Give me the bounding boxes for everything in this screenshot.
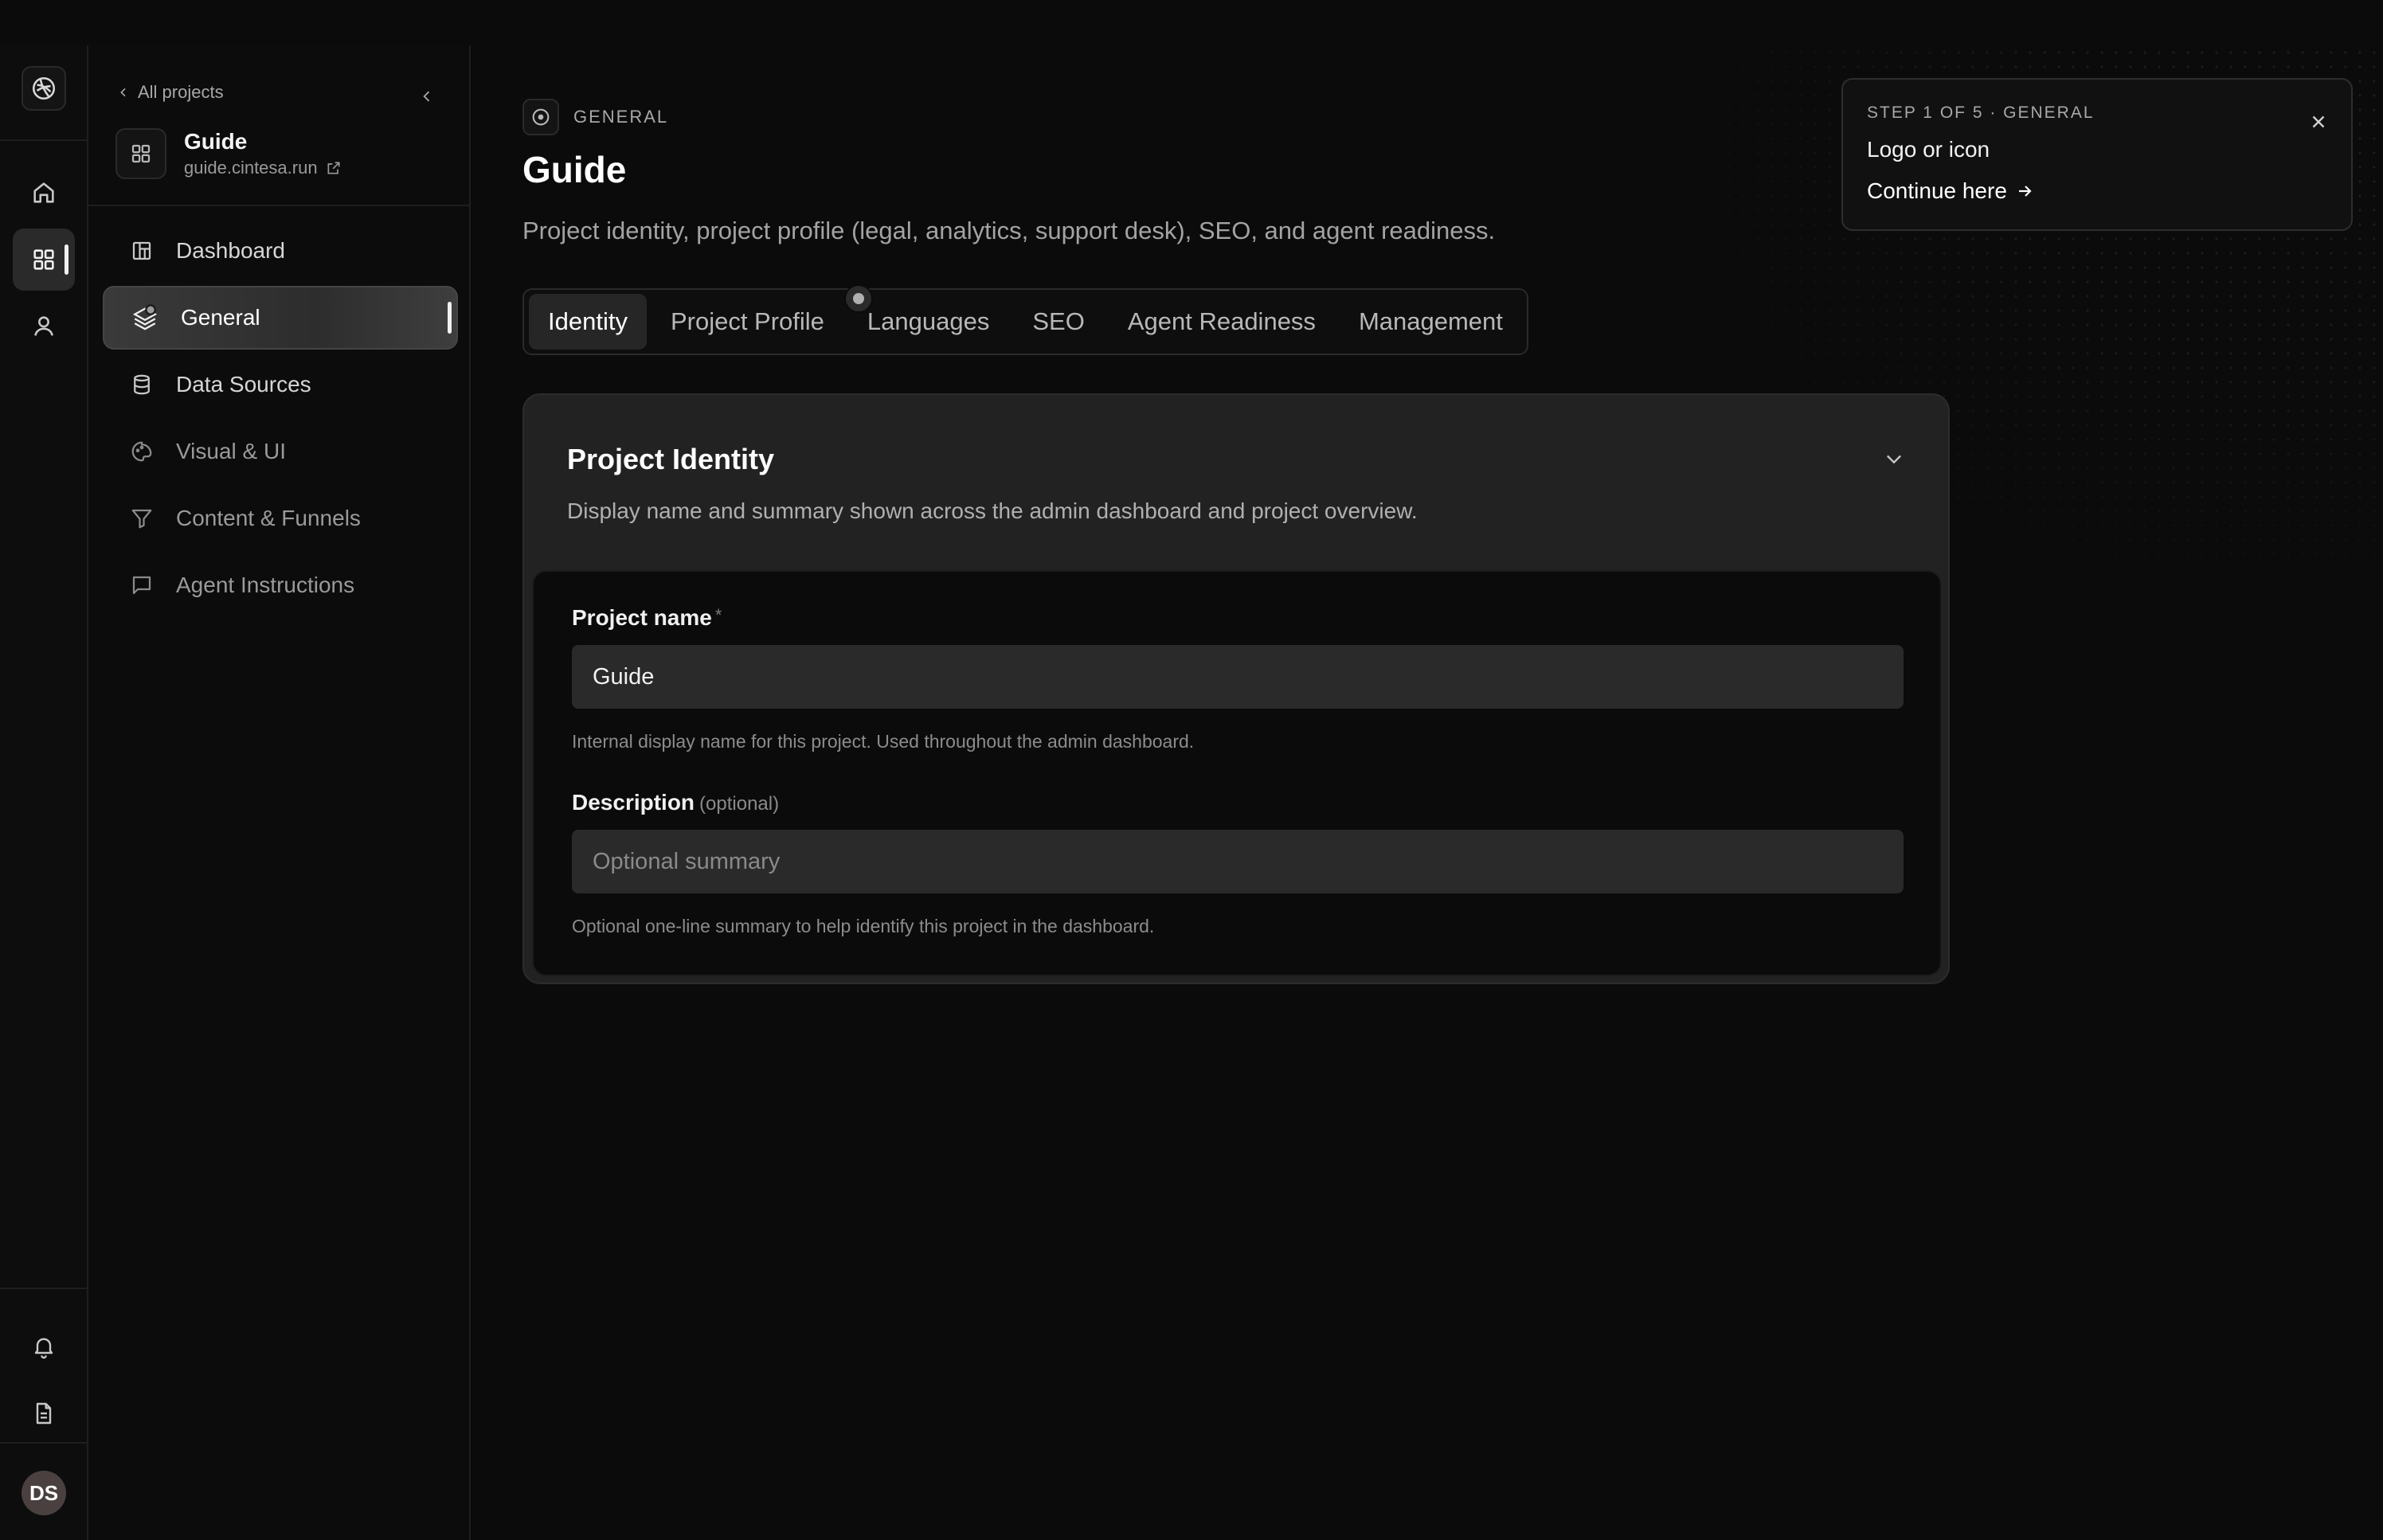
bell-icon	[34, 1338, 53, 1359]
tab-project-profile[interactable]: Project Profile	[652, 294, 843, 350]
project-name-help: Internal display name for this project. …	[572, 731, 1195, 752]
rail-divider	[0, 1442, 87, 1444]
description-label: Description (optional)	[572, 790, 779, 815]
tour-hotspot[interactable]	[844, 284, 873, 313]
page-subtitle: Project identity, project profile (legal…	[522, 217, 1496, 244]
user-avatar[interactable]: DS	[22, 1471, 66, 1515]
tour-step-label: STEP 1 OF 5 · GENERAL	[1867, 104, 2095, 122]
sidebar-item-data-sources[interactable]: Data Sources	[103, 353, 458, 416]
project-nav: Dashboard General Data Sources Visual & …	[103, 219, 458, 620]
close-icon	[2312, 115, 2325, 128]
project-name-label: Project name *	[572, 605, 722, 631]
rail-users-button[interactable]	[13, 295, 75, 358]
chevron-left-icon	[120, 88, 126, 97]
settings-tabs: Identity Project Profile Languages SEO A…	[522, 288, 1528, 355]
section-icon	[522, 99, 559, 135]
top-bar	[0, 0, 2383, 45]
tour-text: Logo or icon	[1867, 137, 1990, 162]
sidebar-item-label: General	[181, 305, 260, 330]
tour-continue-label: Continue here	[1867, 178, 2007, 203]
tab-agent-readiness[interactable]: Agent Readiness	[1109, 294, 1335, 350]
optional-marker: (optional)	[699, 793, 780, 815]
tab-identity[interactable]: Identity	[529, 294, 647, 350]
rail-projects-button[interactable]	[13, 229, 75, 291]
chevron-left-icon	[423, 91, 430, 102]
sidebar-item-label: Data Sources	[176, 372, 311, 397]
description-help: Optional one-line summary to help identi…	[572, 916, 1155, 936]
project-header: Guide guide.cintesa.run	[115, 128, 342, 179]
database-icon	[134, 374, 150, 395]
description-input[interactable]	[572, 830, 1904, 893]
grid-icon	[33, 249, 54, 270]
section-label: GENERAL	[573, 107, 669, 127]
sidebar-item-label: Dashboard	[176, 238, 285, 263]
project-url-link[interactable]: guide.cintesa.run	[184, 158, 342, 178]
project-name-label-text: Project name	[572, 605, 712, 630]
funnel-icon	[131, 509, 152, 529]
tab-seo[interactable]: SEO	[1013, 294, 1103, 350]
card-title: Project Identity	[567, 443, 775, 475]
section-breadcrumb: GENERAL	[522, 99, 668, 135]
grid-icon	[131, 144, 151, 163]
sidebar-item-label: Visual & UI	[176, 439, 286, 463]
project-name-input[interactable]	[572, 645, 1904, 709]
collapse-sidebar-button[interactable]	[413, 82, 441, 111]
required-marker: *	[714, 605, 722, 625]
palette-icon	[131, 441, 152, 462]
sidebar-item-dashboard[interactable]: Dashboard	[103, 219, 458, 283]
external-link-icon	[327, 162, 340, 174]
rail-home-button[interactable]	[13, 162, 75, 224]
project-sidebar: All projects Guide guide.cintesa.run Das…	[88, 45, 471, 1540]
all-projects-label: All projects	[138, 82, 224, 102]
card-description: Display name and summary shown across th…	[567, 498, 1418, 523]
collapse-card-button[interactable]	[1878, 443, 1910, 475]
tab-management[interactable]: Management	[1340, 294, 1522, 350]
rail-notifications-button[interactable]	[13, 1315, 75, 1378]
rail-docs-button[interactable]	[13, 1382, 75, 1444]
sidebar-item-general[interactable]: General	[103, 286, 458, 350]
identity-form: Project name* Internal display name for …	[532, 570, 1942, 976]
app-logo[interactable]	[22, 66, 66, 111]
app-rail: DS	[0, 45, 88, 1540]
project-icon	[115, 128, 166, 179]
sidebar-item-visual-ui[interactable]: Visual & UI	[103, 420, 458, 483]
arrow-right-icon	[2018, 186, 2032, 197]
tour-continue-link[interactable]: Continue here	[1867, 178, 2034, 204]
project-identity-card: Project Identity Display name and summar…	[522, 393, 1950, 984]
tour-close-button[interactable]	[2305, 108, 2332, 135]
project-url: guide.cintesa.run	[184, 158, 318, 178]
chevron-down-icon	[1887, 455, 1901, 464]
rail-divider	[0, 1288, 87, 1289]
project-name: Guide	[184, 129, 248, 154]
description-label-text: Description	[572, 790, 695, 815]
page-title: Guide	[522, 149, 627, 190]
document-icon	[36, 1402, 52, 1425]
all-projects-link[interactable]: All projects	[117, 82, 224, 103]
sidebar-item-label: Content & Funnels	[176, 506, 361, 530]
sidebar-item-agent-instructions[interactable]: Agent Instructions	[103, 553, 458, 617]
dashboard-icon	[132, 241, 151, 260]
target-icon	[532, 108, 550, 126]
sidebar-item-label: Agent Instructions	[176, 573, 355, 597]
layers-icon	[132, 304, 158, 330]
home-icon	[33, 182, 54, 203]
rail-divider	[0, 139, 87, 141]
message-icon	[132, 576, 151, 595]
user-icon	[34, 316, 53, 336]
logo-icon	[32, 76, 56, 100]
sidebar-divider	[88, 205, 469, 206]
onboarding-tour-popover: STEP 1 OF 5 · GENERAL Logo or icon Conti…	[1841, 78, 2353, 231]
sidebar-item-content-funnels[interactable]: Content & Funnels	[103, 487, 458, 550]
